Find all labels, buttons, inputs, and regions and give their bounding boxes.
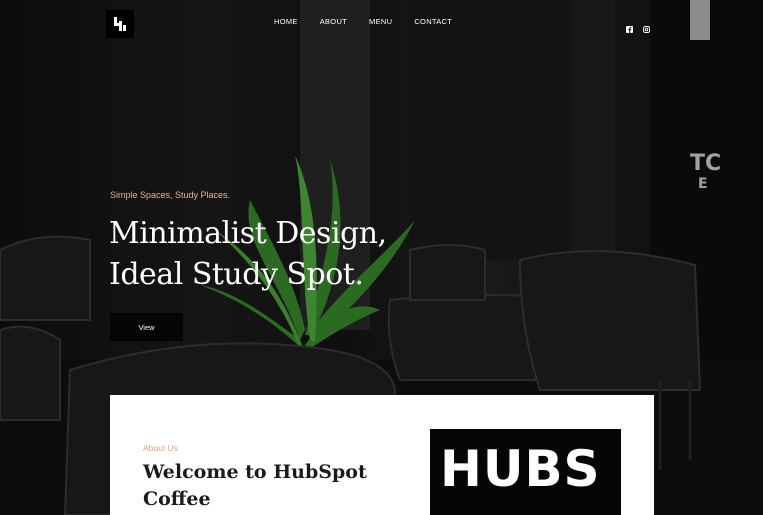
- instagram-icon[interactable]: [643, 18, 650, 33]
- about-title: Welcome to HubSpot Coffee: [143, 461, 367, 510]
- about-image-text: HUBS: [440, 440, 601, 498]
- nav-home[interactable]: HOME: [274, 17, 298, 26]
- nav-about[interactable]: ABOUT: [320, 17, 347, 26]
- about-eyebrow: About Us: [143, 443, 178, 453]
- about-card: About Us Welcome to HubSpot Coffee HUBS: [110, 395, 654, 515]
- logo-icon: [114, 17, 126, 31]
- hero-tagline: Simple Spaces, Study Places.: [110, 190, 231, 200]
- hero-headline-line1: Minimalist Design,: [109, 216, 387, 251]
- view-button[interactable]: View: [110, 313, 183, 341]
- nav-contact[interactable]: CONTACT: [414, 17, 452, 26]
- about-image: HUBS: [430, 429, 621, 515]
- logo[interactable]: [106, 10, 134, 38]
- hero-headline-line2: Ideal Study Spot.: [109, 257, 364, 292]
- facebook-icon[interactable]: [626, 18, 633, 33]
- main-nav: HOME ABOUT MENU CONTACT: [274, 17, 474, 26]
- hero-headline: Minimalist Design, Ideal Study Spot.: [109, 213, 387, 295]
- social-links: [626, 18, 650, 33]
- nav-menu[interactable]: MENU: [369, 17, 392, 26]
